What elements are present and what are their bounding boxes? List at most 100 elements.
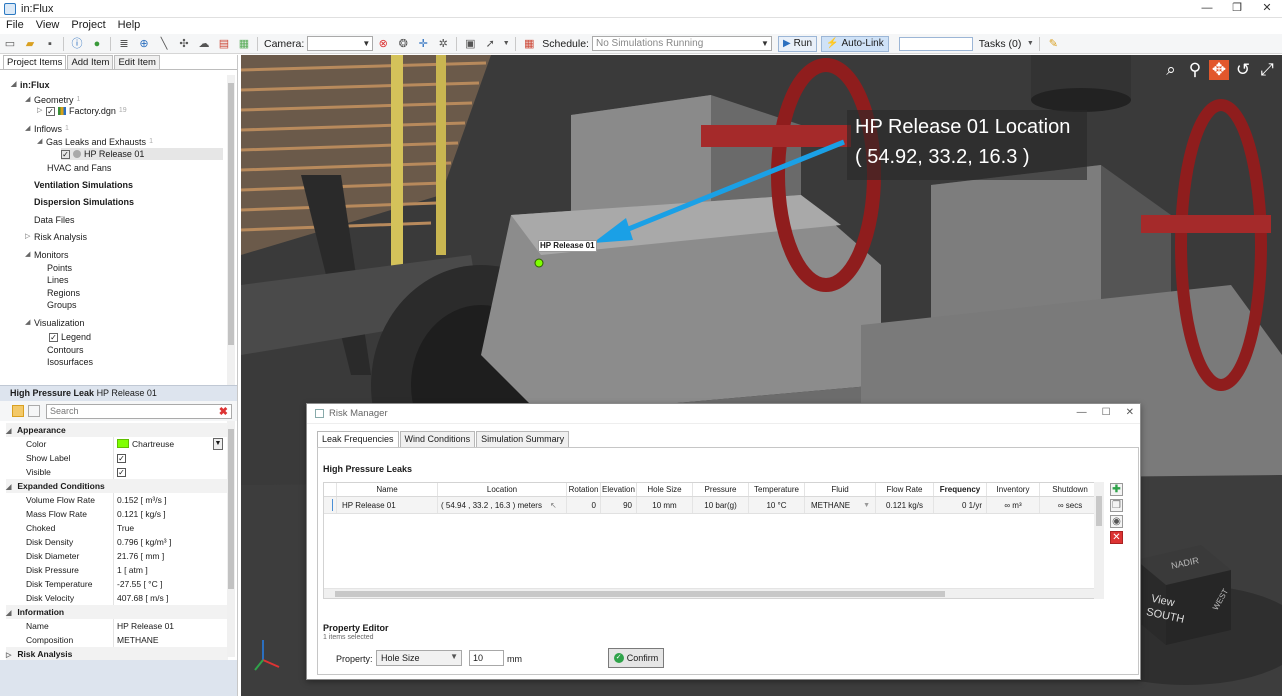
column-header-frequency[interactable]: Frequency [933,483,986,496]
property-value-color[interactable]: Chartreuse [117,437,174,451]
cell-inventory[interactable]: ∞ m³ [986,497,1039,513]
property-row-name[interactable]: Name HP Release 01 [6,619,228,633]
cell-hole-size[interactable]: 10 mm [636,497,692,513]
tree-item-dispersion[interactable]: Dispersion Simulations [34,196,134,208]
category-expanded-conditions[interactable]: ◢ Expanded Conditions [6,479,228,493]
save-icon[interactable]: ▪ [43,37,57,51]
property-value[interactable]: HP Release 01 [117,619,174,633]
tree-item-factory[interactable]: ▷ ✓ Factory.dgn 19 [37,105,127,117]
cell-name[interactable]: HP Release 01 [336,497,437,513]
menu-view[interactable]: View [30,18,66,33]
caret-down-icon[interactable]: ◢ [25,249,34,261]
caret-down-icon[interactable]: ◢ [25,123,34,135]
tab-edit-item[interactable]: Edit Item [114,55,160,69]
pencil-icon[interactable]: ✎ [1046,37,1060,51]
cell-temperature[interactable]: 10 °C [748,497,804,513]
confirm-button[interactable]: ✓ Confirm [608,648,664,668]
property-row-composition[interactable]: Composition METHANE [6,633,228,647]
fullscreen-icon[interactable]: ⤢ [1257,60,1277,80]
menu-file[interactable]: File [0,18,30,33]
cell-flow-rate[interactable]: 0.121 kg/s [875,497,933,513]
cell-rotation[interactable]: 0 [566,497,600,513]
tree-scrollbar[interactable] [227,75,235,430]
tree-item-points[interactable]: Points [47,262,72,274]
eye-icon[interactable]: ◉ [1110,515,1123,528]
pan-icon[interactable]: ✥ [1209,60,1229,80]
tree-item-gas-leaks[interactable]: ◢ Gas Leaks and Exhausts 1 [37,136,153,148]
property-scroll-thumb[interactable] [228,429,234,589]
tree-item-monitors[interactable]: ◢ Monitors [25,249,69,261]
caret-down-icon[interactable]: ◢ [11,79,20,91]
row-indicator[interactable] [324,497,336,513]
category-information[interactable]: ◢ Information [6,605,228,619]
tree-item-visualization[interactable]: ◢ Visualization [25,317,84,329]
tree-item-lines[interactable]: Lines [47,274,69,286]
property-row-disk-velocity[interactable]: Disk Velocity 407.68 [ m/s ] [6,591,228,605]
maximize-icon[interactable]: ☐ [1102,407,1111,418]
column-header-hole-size[interactable]: Hole Size [636,483,692,496]
table-row[interactable]: HP Release 01 ( 54.94 , 33.2 , 16.3 ) me… [324,497,1098,514]
layers-icon[interactable]: ≣ [117,37,131,51]
property-select[interactable]: Hole Size ▼ [376,650,462,666]
property-row-disk-density[interactable]: Disk Density 0.796 [ kg/m³ ] [6,535,228,549]
tab-wind-conditions[interactable]: Wind Conditions [399,431,476,447]
tree-item-risk-analysis[interactable]: ▷ Risk Analysis [25,231,87,243]
tree-item-inflows[interactable]: ◢ Inflows 1 [25,123,69,135]
property-row-mass-flow[interactable]: Mass Flow Rate 0.121 [ kg/s ] [6,507,228,521]
property-value-input[interactable]: 10 [469,650,504,666]
tree-root[interactable]: ◢ in:Flux [11,79,50,91]
column-header-rotation[interactable]: Rotation [566,483,600,496]
cell-frequency[interactable]: 0 1/yr [933,497,986,513]
cell-shutdown[interactable]: ∞ secs [1039,497,1098,513]
tree-item-contours[interactable]: Contours [47,344,84,356]
info-icon[interactable]: ⓘ [70,37,84,51]
tasks-menu[interactable]: Tasks (0) [979,38,1022,50]
chevron-down-icon[interactable]: ▼ [1027,37,1034,51]
tree-item-hp-release[interactable]: ✓ HP Release 01 [61,148,223,160]
tree-item-hvac[interactable]: HVAC and Fans [47,162,111,174]
auto-link-button[interactable]: ⚡ Auto-Link [821,35,889,52]
checkbox-checked[interactable]: ✓ [46,106,55,116]
property-row-visible[interactable]: Visible ✓ [6,465,228,479]
cell-elevation[interactable]: 90 [600,497,636,513]
delete-row-icon[interactable]: ✕ [1110,531,1123,544]
cell-pressure[interactable]: 10 bar(g) [692,497,748,513]
column-header-flow-rate[interactable]: Flow Rate [875,483,933,496]
camera-settings-icon[interactable]: ✲ [436,37,450,51]
tab-leak-frequencies[interactable]: Leak Frequencies [317,431,399,448]
column-header-elevation[interactable]: Elevation [600,483,636,496]
tree-item-groups[interactable]: Groups [47,299,77,311]
property-scrollbar[interactable] [227,425,235,657]
schedule-select[interactable]: No Simulations Running ▼ [591,36,772,51]
chevron-down-icon[interactable]: ▼ [213,438,223,450]
tab-simulation-summary[interactable]: Simulation Summary [476,431,570,447]
tree-item-data-files[interactable]: Data Files [34,214,75,226]
column-header-name[interactable]: Name [336,483,437,496]
clear-search-icon[interactable]: ✖ [219,405,228,418]
copy-row-icon[interactable]: ❐ [1110,499,1123,512]
pointer-dropdown-icon[interactable]: ▼ [503,37,510,51]
color-map-icon[interactable]: ▤ [217,37,231,51]
checkbox-checked[interactable]: ✓ [117,468,126,477]
column-header-location[interactable]: Location [437,483,566,496]
open-folder-icon[interactable]: ▰ [23,37,37,51]
checkbox-checked[interactable]: ✓ [61,149,70,159]
crosshair-icon[interactable]: ✛ [416,37,430,51]
camera-reset-icon[interactable]: ❂ [396,37,410,51]
column-header-pressure[interactable]: Pressure [692,483,748,496]
property-row-choked[interactable]: Choked True [6,521,228,535]
tab-add-item[interactable]: Add Item [67,55,114,69]
line-tool-icon[interactable]: ╲ [157,37,171,51]
cell-location[interactable]: ( 54.94 , 33.2 , 16.3 ) meters ↖ [437,497,566,513]
cell-fluid[interactable]: METHANE ▼ [804,497,875,513]
menu-help[interactable]: Help [112,18,147,33]
close-button[interactable]: ✕ [1252,0,1282,18]
add-row-icon[interactable]: ✚ [1110,483,1123,496]
categorized-view-icon[interactable] [12,405,24,417]
leak-label-tag[interactable]: HP Release 01 [538,240,597,252]
visible-checkbox[interactable]: ✓ [117,465,126,479]
property-row-disk-pressure[interactable]: Disk Pressure 1 [ atm ] [6,563,228,577]
table-vertical-scrollbar[interactable] [1094,482,1104,599]
caret-right-icon[interactable]: ▷ [37,105,46,117]
checkbox-checked[interactable]: ✓ [49,332,58,342]
